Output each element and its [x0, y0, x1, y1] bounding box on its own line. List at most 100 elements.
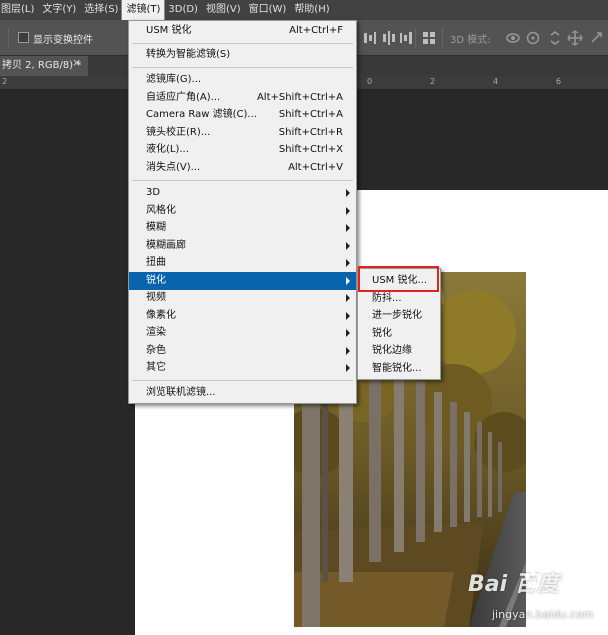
menu-item-label: 视频	[146, 292, 166, 303]
menu-item-label: 模糊画廊	[146, 240, 186, 251]
close-tab-icon[interactable]: ×	[72, 56, 81, 69]
menu-item-other[interactable]: 其它	[129, 359, 356, 377]
distribute-icon[interactable]	[362, 30, 378, 46]
menu-layer[interactable]: 图层(L)	[0, 0, 38, 20]
menu-window[interactable]: 窗口(W)	[245, 0, 291, 20]
submenu-arrow-icon	[346, 189, 350, 197]
submenu-arrow-icon	[346, 312, 350, 320]
distribute-center-icon[interactable]	[381, 30, 397, 46]
menu-item-shortcut: Shift+Ctrl+A	[278, 109, 343, 120]
menu-type[interactable]: 文字(Y)	[38, 0, 80, 20]
menu-view[interactable]: 视图(V)	[202, 0, 245, 20]
menu-item-lens-correction[interactable]: 镜头校正(R)... Shift+Ctrl+R	[129, 124, 356, 142]
baidu-watermark-url: jingyan.baidu.com	[492, 608, 594, 621]
menu-item-label: 镜头校正(R)...	[146, 127, 211, 138]
menu-select[interactable]: 选择(S)	[80, 0, 122, 20]
menu-item-blur[interactable]: 模糊	[129, 219, 356, 237]
usm-callout-box	[358, 266, 439, 292]
submenu-item-sharpen[interactable]: 锐化	[358, 325, 440, 343]
submenu-item-sharpen-edges[interactable]: 锐化边缘	[358, 342, 440, 360]
menu-separator	[132, 43, 353, 44]
submenu-item-label: 进一步锐化	[372, 310, 422, 321]
menu-item-noise[interactable]: 杂色	[129, 342, 356, 360]
submenu-item-sharpen-more[interactable]: 进一步锐化	[358, 307, 440, 325]
menu-item-label: 其它	[146, 362, 166, 373]
menu-help[interactable]: 帮助(H)	[290, 0, 333, 20]
submenu-arrow-icon	[346, 294, 350, 302]
baidu-watermark-logo: Bai 百度	[468, 572, 559, 597]
menu-item-label: 扭曲	[146, 257, 166, 268]
submenu-arrow-icon	[346, 364, 350, 372]
drag-3d-icon[interactable]	[547, 30, 563, 46]
menu-item-distort[interactable]: 扭曲	[129, 254, 356, 272]
menu-item-pixelate[interactable]: 像素化	[129, 307, 356, 325]
menu-item-label: 模糊	[146, 222, 166, 233]
menu-item-shortcut: Alt+Ctrl+V	[288, 162, 343, 173]
submenu-arrow-icon	[346, 242, 350, 250]
menu-item-usm-sharpen-last[interactable]: USM 锐化 Alt+Ctrl+F	[129, 22, 356, 40]
menu-item-blur-gallery[interactable]: 模糊画廊	[129, 237, 356, 255]
menu-item-adaptive-wide-angle[interactable]: 自适应广角(A)... Alt+Shift+Ctrl+A	[129, 89, 356, 107]
menu-separator	[132, 180, 353, 181]
ruler-label: 2	[430, 77, 436, 86]
toolbar-separator	[8, 28, 9, 48]
submenu-arrow-icon	[346, 347, 350, 355]
menu-item-label: 滤镜库(G)...	[146, 74, 202, 85]
submenu-arrow-icon	[346, 207, 350, 215]
document-tab-title: 拷贝 2, RGB/8) *	[2, 60, 82, 71]
menu-item-label: USM 锐化	[146, 25, 192, 36]
roll-3d-icon[interactable]	[525, 30, 541, 46]
menu-separator	[132, 380, 353, 381]
menu-item-render[interactable]: 渲染	[129, 324, 356, 342]
menu-item-label: 自适应广角(A)...	[146, 92, 221, 103]
toolbar-separator	[415, 28, 416, 48]
menu-item-3d[interactable]: 3D	[129, 184, 356, 202]
submenu-item-label: 锐化	[372, 328, 392, 339]
menu-item-stylize[interactable]: 风格化	[129, 202, 356, 220]
ruler-label: 6	[556, 77, 562, 86]
menu-item-vanishing-point[interactable]: 消失点(V)... Alt+Ctrl+V	[129, 159, 356, 177]
menu-item-shortcut: Shift+Ctrl+R	[278, 127, 343, 138]
menu-item-label: 像素化	[146, 310, 176, 321]
submenu-item-smart-sharpen[interactable]: 智能锐化...	[358, 360, 440, 378]
show-transform-checkbox[interactable]	[18, 32, 29, 43]
menu-item-sharpen[interactable]: 锐化	[129, 272, 356, 290]
menu-item-label: 风格化	[146, 205, 176, 216]
menu-item-shortcut: Shift+Ctrl+X	[278, 144, 343, 155]
submenu-arrow-icon	[346, 277, 350, 285]
submenu-arrow-icon	[346, 329, 350, 337]
distribute-right-icon[interactable]	[398, 30, 414, 46]
scale-3d-icon[interactable]	[589, 30, 605, 46]
menu-item-label: 浏览联机滤镜...	[146, 387, 216, 398]
ruler-label: 4	[493, 77, 499, 86]
submenu-item-label: 智能锐化...	[372, 363, 422, 374]
menu-item-label: 3D	[146, 187, 161, 198]
menu-item-browse-online-filters[interactable]: 浏览联机滤镜...	[129, 384, 356, 402]
baidu-paw-icon	[524, 570, 542, 588]
menu-item-liquify[interactable]: 液化(L)... Shift+Ctrl+X	[129, 141, 356, 159]
menu-item-label: 渲染	[146, 327, 166, 338]
menu-item-shortcut: Alt+Ctrl+F	[289, 25, 343, 36]
menu-item-label: 转换为智能滤镜(S)	[146, 49, 231, 60]
slide-3d-icon[interactable]	[567, 30, 583, 46]
filter-menu-dropdown: USM 锐化 Alt+Ctrl+F 转换为智能滤镜(S) 滤镜库(G)... 自…	[128, 20, 357, 404]
menu-item-camera-raw[interactable]: Camera Raw 滤镜(C)... Shift+Ctrl+A	[129, 106, 356, 124]
menu-filter[interactable]: 滤镜(T)	[121, 0, 166, 21]
menu-item-filter-gallery[interactable]: 滤镜库(G)...	[129, 71, 356, 89]
menu-bar: 图层(L) 文字(Y) 选择(S) 滤镜(T) 3D(D) 视图(V) 窗口(W…	[0, 0, 608, 21]
menu-item-label: 杂色	[146, 345, 166, 356]
menu-item-label: Camera Raw 滤镜(C)...	[146, 109, 257, 120]
3d-mode-label: 3D 模式:	[450, 35, 491, 46]
show-transform-label: 显示变换控件	[33, 35, 93, 46]
submenu-item-shake-reduction[interactable]: 防抖...	[358, 290, 440, 308]
menu-item-shortcut: Alt+Shift+Ctrl+A	[256, 92, 343, 103]
toolbar-separator	[442, 28, 443, 48]
menu-item-label: 锐化	[146, 275, 166, 286]
menu-item-label: 液化(L)...	[146, 144, 189, 155]
menu-3d[interactable]: 3D(D)	[164, 0, 202, 20]
auto-align-icon[interactable]	[421, 30, 437, 46]
submenu-arrow-icon	[346, 224, 350, 232]
orbit-3d-icon[interactable]	[505, 30, 521, 46]
menu-item-convert-smart-filter[interactable]: 转换为智能滤镜(S)	[129, 46, 356, 64]
menu-item-video[interactable]: 视频	[129, 289, 356, 307]
